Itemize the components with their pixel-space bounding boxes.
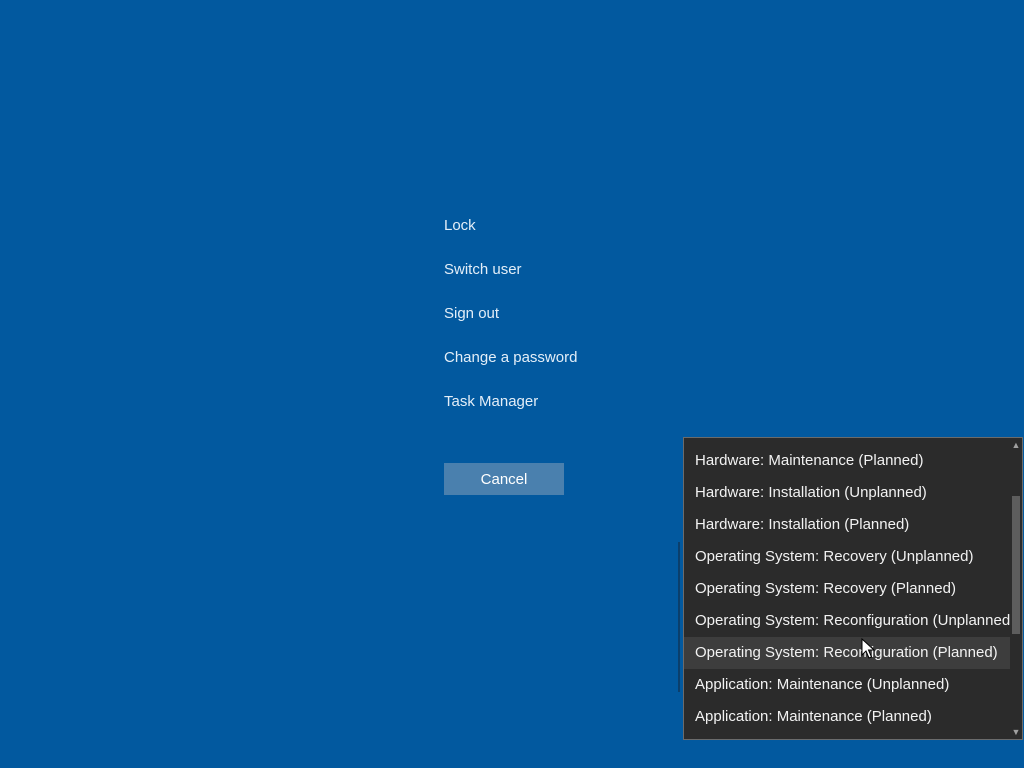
switch-user-option[interactable]: Switch user — [444, 258, 664, 282]
task-manager-option[interactable]: Task Manager — [444, 390, 664, 414]
dropdown-option[interactable]: Hardware: Maintenance (Planned) — [684, 445, 1012, 477]
dropdown-option[interactable]: Hardware: Installation (Unplanned) — [684, 477, 1012, 509]
dropdown-scrollbar[interactable]: ▲ ▼ — [1010, 438, 1022, 739]
chevron-up-icon[interactable]: ▲ — [1010, 438, 1022, 452]
dropdown-option-hovered[interactable]: Operating System: Reconfiguration (Plann… — [684, 637, 1012, 669]
dropdown-option[interactable]: Operating System: Recovery (Unplanned) — [684, 541, 1012, 573]
sign-out-option[interactable]: Sign out — [444, 302, 664, 326]
dropdown-option[interactable]: Operating System: Recovery (Planned) — [684, 573, 1012, 605]
cancel-button[interactable]: Cancel — [444, 463, 564, 495]
security-options-menu: Lock Switch user Sign out Change a passw… — [444, 214, 664, 434]
dropdown-option[interactable]: Application: Maintenance (Unplanned) — [684, 669, 1012, 701]
dropdown-options: Hardware: Maintenance (Planned) Hardware… — [684, 445, 1015, 733]
change-password-option[interactable]: Change a password — [444, 346, 664, 370]
chevron-down-icon[interactable]: ▼ — [1010, 725, 1022, 739]
mouse-pointer-icon — [861, 638, 875, 659]
lock-option[interactable]: Lock — [444, 214, 664, 238]
dropdown-option[interactable]: Application: Maintenance (Planned) — [684, 701, 1012, 733]
scrollbar-thumb[interactable] — [1012, 496, 1020, 634]
dropdown-option[interactable]: Operating System: Reconfiguration (Unpla… — [684, 605, 1015, 637]
shutdown-dialog-edge — [678, 542, 680, 692]
dropdown-option[interactable]: Hardware: Installation (Planned) — [684, 509, 1012, 541]
shutdown-reason-dropdown-list[interactable]: Hardware: Maintenance (Planned) Hardware… — [683, 437, 1023, 740]
